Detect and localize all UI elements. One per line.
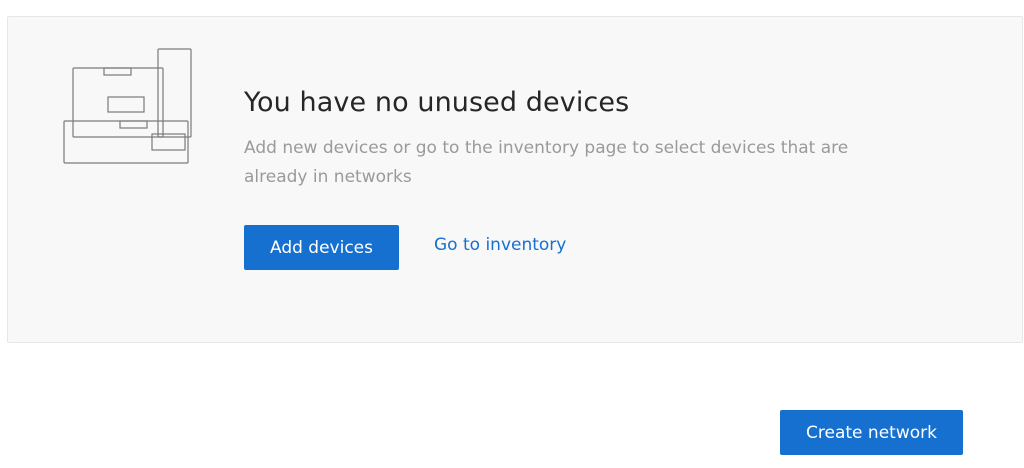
empty-state-panel: You have no unused devices Add new devic… xyxy=(7,16,1023,343)
devices-stack-icon xyxy=(63,48,192,164)
go-to-inventory-link[interactable]: Go to inventory xyxy=(434,235,566,255)
page: You have no unused devices Add new devic… xyxy=(0,0,1024,468)
empty-state-description: Add new devices or go to the inventory p… xyxy=(244,138,849,187)
empty-state-title: You have no unused devices xyxy=(244,87,630,118)
create-network-button[interactable]: Create network xyxy=(780,410,963,455)
add-devices-button[interactable]: Add devices xyxy=(244,225,399,270)
